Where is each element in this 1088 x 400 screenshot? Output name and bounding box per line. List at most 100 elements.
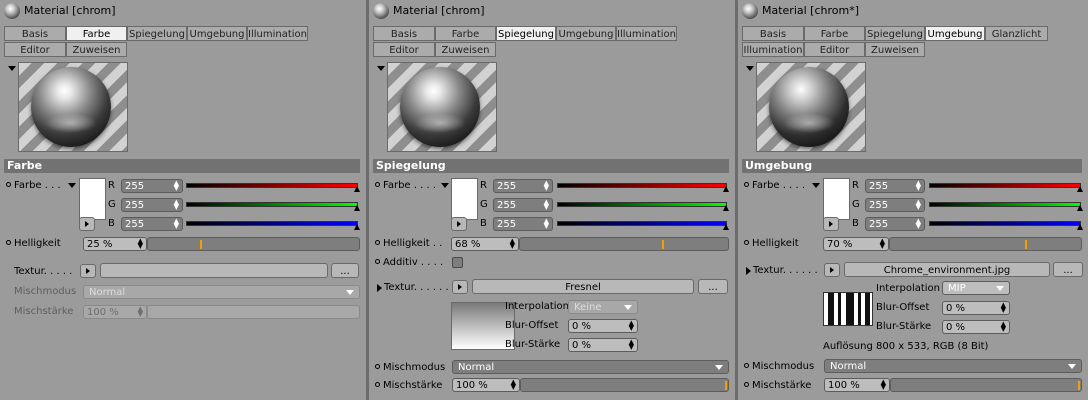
brightness-slider-handle[interactable] [1025,240,1027,249]
spinner-icon[interactable]: ▲ ▼ [629,339,634,351]
interpolation-dropdown[interactable]: Keine [568,300,638,314]
spinner-icon[interactable]: ▲ ▼ [916,218,921,230]
r-input[interactable]: 255 ▲ ▼ [121,179,183,193]
tab-farbe[interactable]: Farbe [66,26,127,41]
tab-illumination[interactable]: Illumination [742,42,804,57]
g-slider-handle-icon[interactable] [723,205,729,211]
texture-more-button[interactable]: ... [1053,262,1083,277]
mix-strength-input[interactable]: 100 % ▲ ▼ [83,305,147,319]
tab-farbe[interactable]: Farbe [804,26,865,41]
b-slider[interactable] [929,221,1081,226]
animation-dot-icon[interactable] [375,240,380,245]
brightness-slider-handle[interactable] [200,240,202,249]
color-swatch[interactable] [823,178,850,220]
brightness-input[interactable]: 68 % ▲ ▼ [451,237,519,251]
texture-arrow-button[interactable] [80,264,96,278]
mix-strength-input[interactable]: 100 % ▲ ▼ [824,378,890,392]
mix-mode-dropdown[interactable]: Normal [83,285,360,299]
texture-field-button[interactable]: Fresnel [472,279,694,294]
tab-basis[interactable]: Basis [4,26,66,41]
tab-editor[interactable]: Editor [4,42,66,57]
mix-strength-input[interactable]: 100 % ▲ ▼ [452,378,520,392]
color-expand-button[interactable] [79,217,95,231]
tab-spiegelung[interactable]: Spiegelung [496,26,556,41]
mix-mode-dropdown[interactable]: Normal [452,360,729,374]
collapse-triangle-icon[interactable] [377,66,385,71]
spinner-icon[interactable]: ▲ ▼ [629,320,634,332]
animation-dot-icon[interactable] [744,240,749,245]
r-slider-handle-icon[interactable] [354,186,360,192]
color-swatch[interactable] [79,178,106,220]
additive-checkbox[interactable] [452,257,463,268]
b-slider[interactable] [557,221,727,226]
color-swatch[interactable] [451,178,478,220]
tab-editor[interactable]: Editor [373,42,435,57]
r-slider[interactable] [186,183,358,188]
texture-expand-icon[interactable] [377,284,382,292]
color-expand-button[interactable] [823,217,839,231]
spinner-icon[interactable]: ▲ ▼ [511,379,516,391]
b-slider-handle-icon[interactable] [723,224,729,230]
texture-arrow-button[interactable] [452,280,468,294]
tab-basis[interactable]: Basis [373,26,435,41]
g-slider[interactable] [557,202,727,207]
spinner-icon[interactable]: ▲ ▼ [916,180,921,192]
spinner-icon[interactable]: ▲ ▼ [138,306,143,318]
brightness-input[interactable]: 25 % ▲ ▼ [83,237,147,251]
animation-dot-icon[interactable] [375,382,380,387]
spinner-icon[interactable]: ▲ ▼ [1001,302,1006,314]
g-input[interactable]: 255 ▲ ▼ [121,198,183,212]
spinner-icon[interactable]: ▲ ▼ [881,379,886,391]
animation-dot-icon[interactable] [375,182,380,187]
b-slider-handle-icon[interactable] [354,224,360,230]
mix-strength-slider-handle[interactable] [1078,381,1080,390]
texture-field-button[interactable] [100,263,328,278]
g-slider-handle-icon[interactable] [354,205,360,211]
tab-umgebung[interactable]: Umgebung [556,26,616,41]
brightness-input[interactable]: 70 % ▲ ▼ [823,237,889,251]
animation-dot-icon[interactable] [6,182,11,187]
r-slider-handle-icon[interactable] [723,186,729,192]
spinner-icon[interactable]: ▲ ▼ [916,199,921,211]
spinner-icon[interactable]: ▲ ▼ [138,238,143,250]
r-slider[interactable] [929,183,1081,188]
spinner-icon[interactable]: ▲ ▼ [544,218,549,230]
brightness-slider-handle[interactable] [662,240,664,249]
r-slider-handle-icon[interactable] [1077,186,1083,192]
tab-umgebung[interactable]: Umgebung [187,26,247,41]
blur-offset-input[interactable]: 0 % ▲ ▼ [942,301,1010,315]
g-input[interactable]: 255 ▲ ▼ [865,198,925,212]
brightness-slider[interactable] [519,237,729,251]
tab-umgebung[interactable]: Umgebung [925,26,985,41]
texture-field-button[interactable]: Chrome_environment.jpg [844,262,1050,277]
tab-basis[interactable]: Basis [742,26,804,41]
animation-dot-icon[interactable] [6,240,11,245]
spinner-icon[interactable]: ▲ ▼ [880,238,885,250]
spinner-icon[interactable]: ▲ ▼ [174,218,179,230]
blur-strength-input[interactable]: 0 % ▲ ▼ [568,338,638,352]
animation-dot-icon[interactable] [744,363,749,368]
tab-editor[interactable]: Editor [804,42,865,57]
g-input[interactable]: 255 ▲ ▼ [493,198,553,212]
b-input[interactable]: 255 ▲ ▼ [865,217,925,231]
animation-dot-icon[interactable] [375,364,380,369]
mix-strength-slider-handle[interactable] [725,381,727,390]
interpolation-dropdown[interactable]: MIP [942,281,1010,295]
b-input[interactable]: 255 ▲ ▼ [121,217,183,231]
spinner-icon[interactable]: ▲ ▼ [1001,321,1006,333]
collapse-triangle-icon[interactable] [746,66,754,71]
animation-dot-icon[interactable] [744,382,749,387]
texture-more-button[interactable]: ... [331,263,359,278]
brightness-slider[interactable] [889,237,1082,251]
g-slider[interactable] [929,202,1081,207]
collapse-triangle-icon[interactable] [8,66,16,71]
tab-illumination[interactable]: Illumination [247,26,308,41]
color-menu-triangle-icon[interactable] [812,183,820,188]
mix-mode-dropdown[interactable]: Normal [824,359,1082,373]
tab-spiegelung[interactable]: Spiegelung [865,26,925,41]
brightness-slider[interactable] [147,237,360,251]
tab-zuweisen[interactable]: Zuweisen [865,42,925,57]
mix-strength-slider[interactable] [147,305,360,319]
spinner-icon[interactable]: ▲ ▼ [174,180,179,192]
tab-farbe[interactable]: Farbe [435,26,496,41]
